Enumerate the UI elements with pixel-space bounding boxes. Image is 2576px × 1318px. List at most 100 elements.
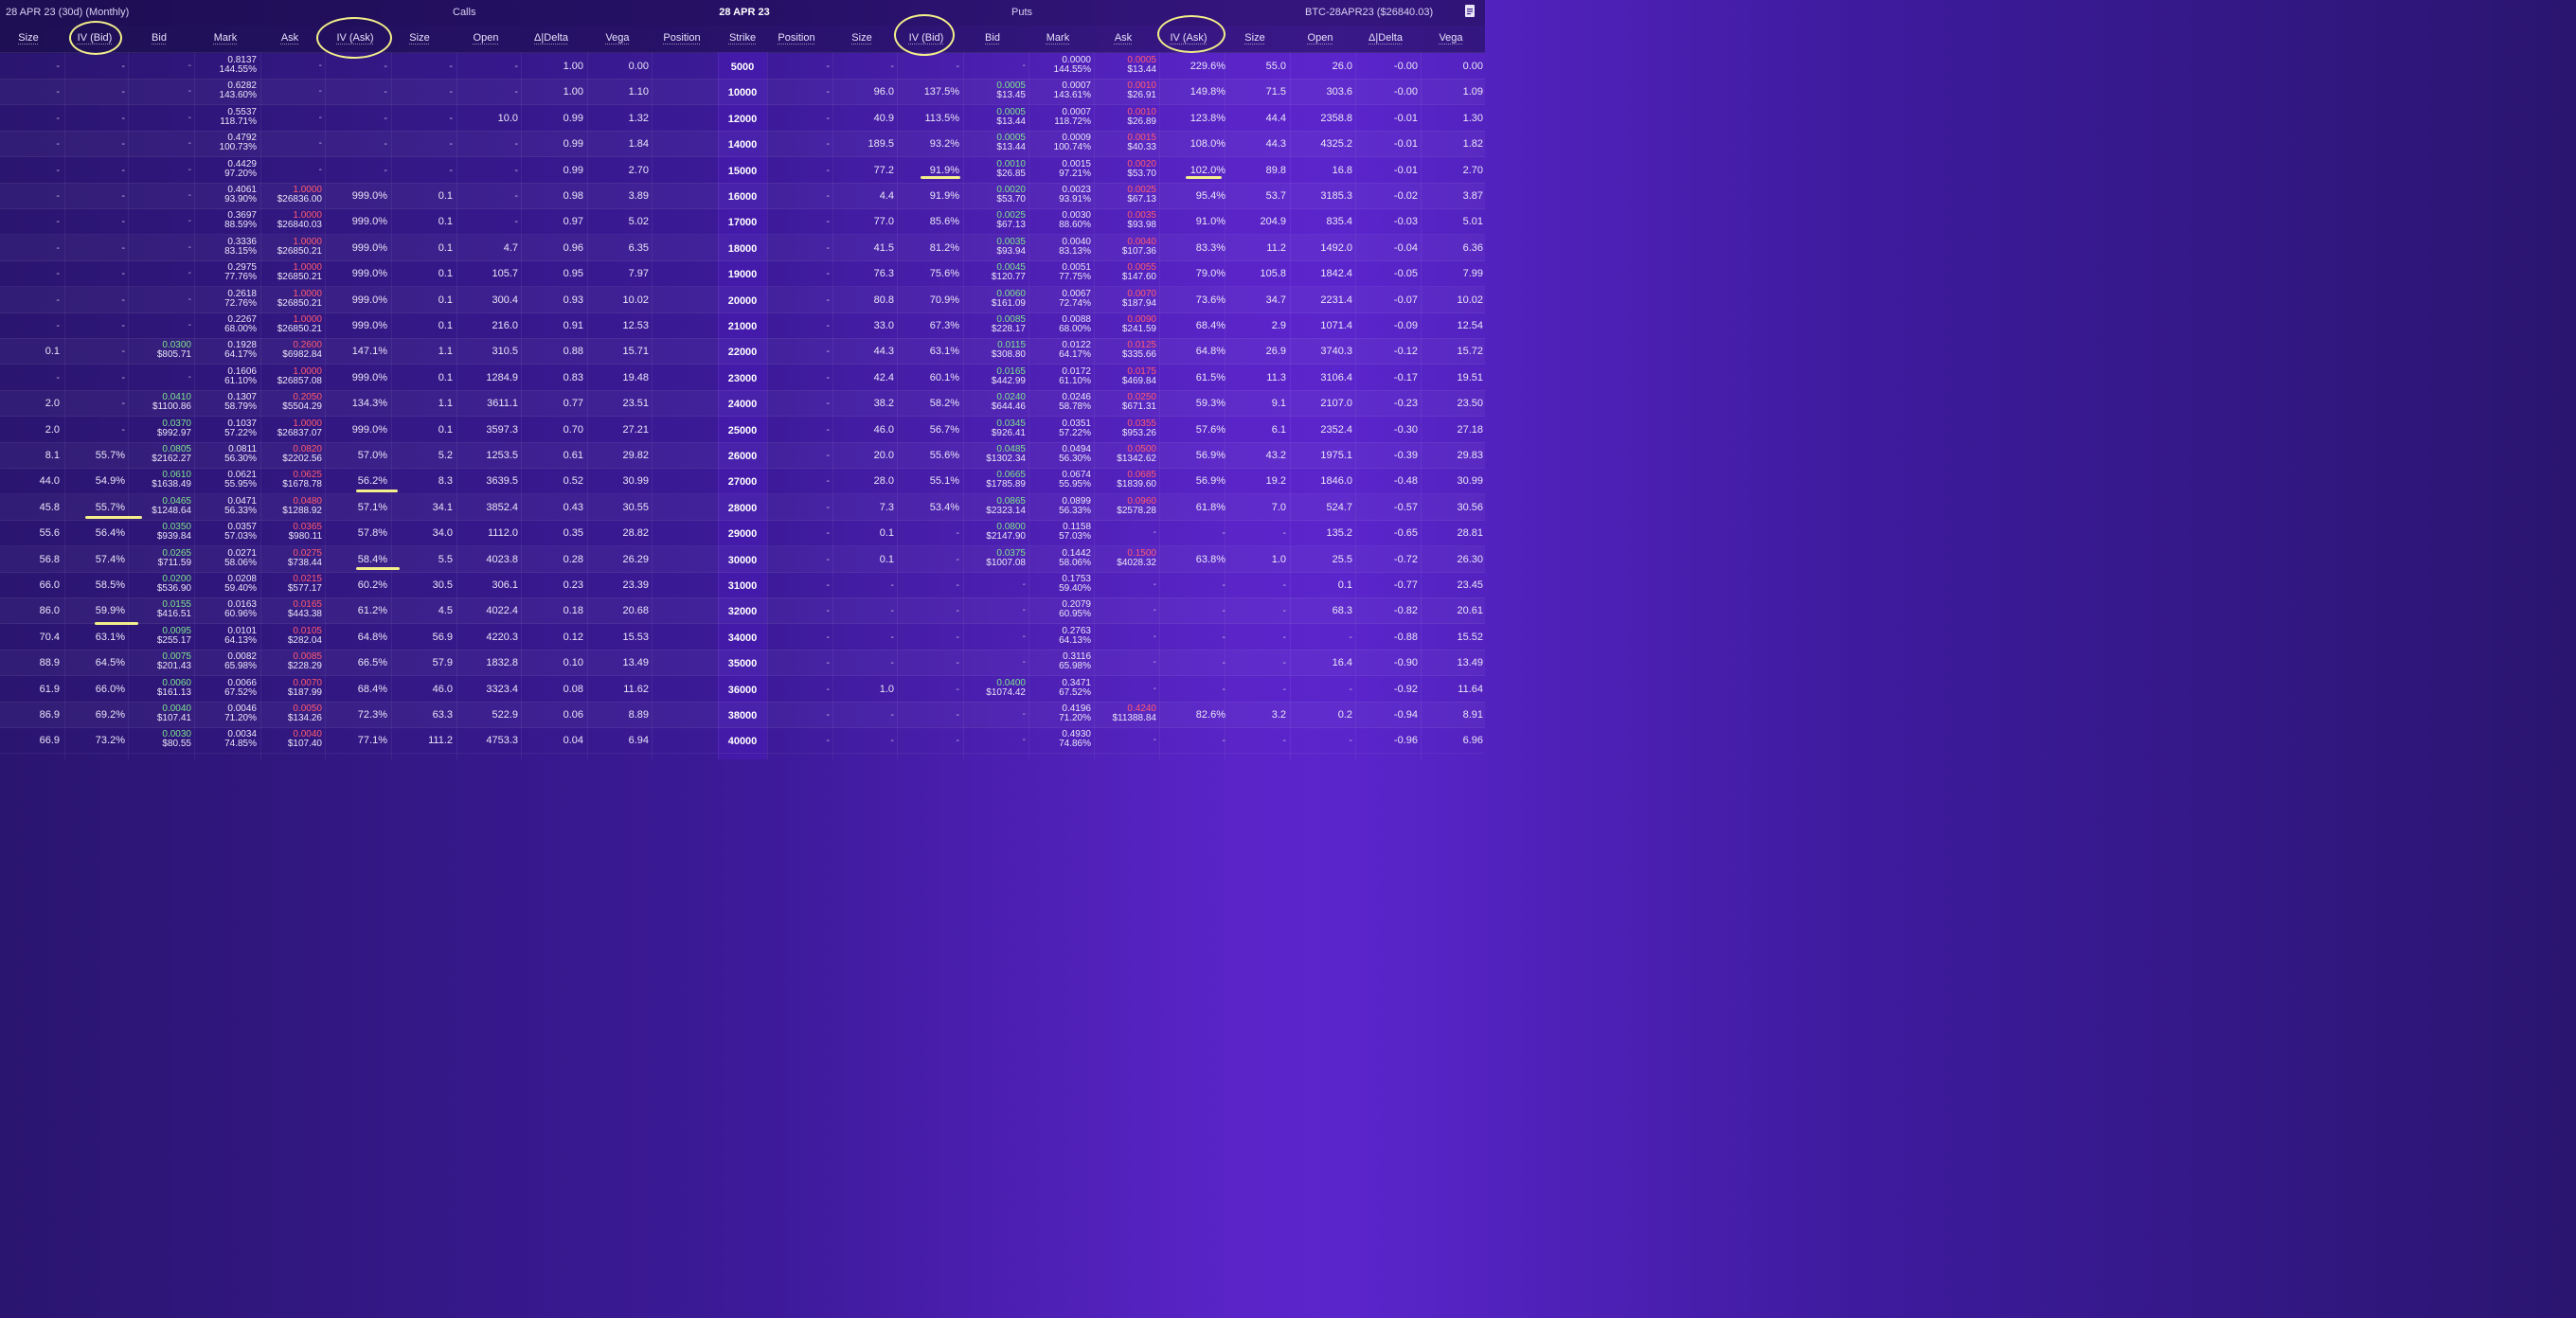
put-delta-cell[interactable]: -0.77 — [1394, 580, 1418, 591]
put-pos-cell[interactable]: - — [826, 321, 830, 331]
call-open-cell[interactable]: 1253.5 — [486, 451, 518, 461]
put-bid-cell[interactable]: 0.0005 $13.45 — [996, 81, 1026, 100]
put-open-cell[interactable]: 1842.4 — [1320, 269, 1352, 279]
put-open-cell[interactable]: 2352.4 — [1320, 424, 1352, 436]
put-iva-cell[interactable]: 73.6% — [1196, 294, 1225, 306]
call-delta-cell[interactable]: 0.91 — [564, 321, 583, 331]
call-asz-cell[interactable]: 0.1 — [438, 217, 453, 227]
call-ivb-cell[interactable]: - — [121, 87, 125, 98]
call-delta-cell[interactable]: 0.10 — [564, 658, 583, 668]
strike-cell[interactable]: 15000 — [718, 166, 767, 177]
call-bid-cell[interactable]: 0.0155 $416.51 — [157, 600, 191, 619]
call-delta-cell[interactable]: 0.70 — [564, 424, 583, 436]
strike-cell[interactable]: 5000 — [718, 62, 767, 73]
put-open-cell[interactable]: 2231.4 — [1320, 294, 1352, 306]
put-iva-cell[interactable]: 63.8% — [1196, 554, 1225, 565]
puts-header-size[interactable]: Size — [832, 32, 892, 44]
put-iva-cell[interactable]: 56.9% — [1196, 476, 1225, 487]
call-iva-cell[interactable]: 999.0% — [352, 191, 387, 202]
call-ask-cell[interactable]: 1.0000 $26857.08 — [277, 366, 322, 386]
puts-header-mark[interactable]: Mark — [1028, 32, 1088, 44]
call-vega-cell[interactable]: 7.97 — [629, 269, 649, 279]
put-size-cell[interactable]: - — [890, 632, 894, 643]
table-row[interactable]: 66.0 58.5% 0.0200 $536.90 0.0208 59.40% 0.0215… — [0, 572, 1485, 598]
put-pos-cell[interactable]: - — [826, 242, 830, 254]
put-ask-cell[interactable]: 0.0500 $1342.62 — [1117, 445, 1156, 464]
call-mark-cell[interactable]: 0.0046 71.20% — [224, 704, 257, 723]
call-mark-cell[interactable]: 0.0271 58.06% — [224, 548, 257, 568]
put-ivb-cell[interactable]: 53.4% — [930, 502, 959, 513]
call-ask-cell[interactable]: - — [319, 165, 322, 175]
call-mark-cell[interactable]: 0.2267 68.00% — [224, 315, 257, 334]
call-delta-cell[interactable]: 0.04 — [564, 736, 583, 746]
call-size-cell[interactable]: 0.1 — [45, 347, 60, 357]
put-ask-cell[interactable]: - — [1154, 658, 1156, 668]
call-ivb-cell[interactable]: 57.4% — [96, 554, 125, 565]
put-ivb-cell[interactable]: - — [956, 62, 959, 72]
put-ask-cell[interactable]: 0.0015 $40.33 — [1127, 134, 1156, 152]
put-mark-cell[interactable]: 0.0051 77.75% — [1059, 263, 1091, 282]
put-vega-cell[interactable]: 28.81 — [1457, 528, 1483, 539]
call-ivb-cell[interactable]: - — [121, 372, 125, 383]
put-vega-cell[interactable]: 15.52 — [1457, 632, 1483, 643]
call-ivb-cell[interactable]: 56.4% — [96, 528, 125, 539]
strike-cell[interactable]: 14000 — [718, 139, 767, 151]
put-delta-cell[interactable]: -0.07 — [1394, 294, 1418, 306]
put-ask-cell[interactable]: 0.0090 $241.59 — [1122, 315, 1156, 334]
put-ask-cell[interactable]: 0.0005 $13.44 — [1127, 56, 1156, 75]
table-row[interactable]: 61.9 66.0% 0.0060 $161.13 0.0066 67.52% 0.0070… — [0, 676, 1485, 703]
call-iva-cell[interactable]: - — [384, 113, 387, 124]
call-open-cell[interactable]: - — [514, 165, 518, 176]
call-vega-cell[interactable]: 15.71 — [622, 347, 649, 357]
put-bid-cell[interactable]: - — [1023, 658, 1026, 668]
call-ask-cell[interactable]: 0.0365 $980.11 — [289, 523, 322, 542]
put-mark-cell[interactable]: 0.0122 64.17% — [1059, 341, 1091, 360]
call-ivb-cell[interactable]: - — [121, 294, 125, 306]
call-size-cell[interactable]: - — [56, 62, 60, 72]
put-ivb-cell[interactable]: - — [956, 658, 959, 668]
call-delta-cell[interactable]: 0.35 — [564, 528, 583, 539]
call-asz-cell[interactable]: 56.9 — [433, 632, 453, 643]
put-bid-cell[interactable]: 0.0060 $161.09 — [992, 289, 1026, 309]
put-iva-cell[interactable]: 95.4% — [1196, 191, 1225, 202]
call-ask-cell[interactable]: 0.0480 $1288.92 — [282, 496, 322, 516]
call-vega-cell[interactable]: 1.32 — [629, 113, 649, 124]
call-delta-cell[interactable]: 0.96 — [564, 242, 583, 254]
call-vega-cell[interactable]: 6.94 — [629, 736, 649, 746]
put-vega-cell[interactable]: 26.30 — [1457, 554, 1483, 565]
call-ivb-cell[interactable]: - — [121, 191, 125, 202]
put-open-cell[interactable]: 3185.3 — [1320, 191, 1352, 202]
strike-cell[interactable]: 34000 — [718, 632, 767, 644]
call-iva-cell[interactable]: - — [384, 139, 387, 150]
table-row[interactable]: - - - 0.2975 77.76% 1.0000 $26850.21 999.0% 0.1 1… — [0, 260, 1485, 288]
put-size-cell[interactable]: 46.0 — [874, 424, 894, 436]
put-ivb-cell[interactable]: 85.6% — [930, 217, 959, 227]
put-asz-cell[interactable]: - — [1282, 684, 1286, 695]
call-open-cell[interactable]: 1832.8 — [486, 658, 518, 668]
table-row[interactable]: 56.8 57.4% 0.0265 $711.59 0.0271 58.06% 0.0275… — [0, 546, 1485, 573]
table-row[interactable]: 88.9 64.5% 0.0075 $201.43 0.0082 65.98% 0.0085… — [0, 650, 1485, 677]
call-bid-cell[interactable]: 0.0075 $201.43 — [157, 652, 191, 671]
strike-cell[interactable]: 17000 — [718, 217, 767, 228]
call-asz-cell[interactable]: 1.1 — [438, 399, 453, 409]
call-iva-cell[interactable]: - — [384, 165, 387, 176]
put-delta-cell[interactable]: -0.00 — [1394, 62, 1418, 72]
call-ivb-cell[interactable]: - — [121, 113, 125, 124]
put-iva-cell[interactable]: 61.8% — [1196, 502, 1225, 513]
put-pos-cell[interactable]: - — [826, 528, 830, 539]
put-asz-cell[interactable]: 34.7 — [1266, 294, 1286, 306]
put-mark-cell[interactable]: 0.2763 64.13% — [1059, 626, 1091, 646]
call-vega-cell[interactable]: 23.51 — [622, 399, 649, 409]
call-iva-cell[interactable]: 61.2% — [358, 606, 387, 616]
put-size-cell[interactable]: 33.0 — [874, 321, 894, 331]
table-row[interactable]: 55.6 56.4% 0.0350 $939.84 0.0357 57.03% 0.0365… — [0, 520, 1485, 547]
call-open-cell[interactable]: - — [514, 217, 518, 227]
call-open-cell[interactable]: 4022.4 — [486, 606, 518, 616]
call-vega-cell[interactable]: 5.02 — [629, 217, 649, 227]
table-row[interactable]: - - - 0.4429 97.20% - - - - 0.99 2.70 15000 - 77.2 91.… — [0, 157, 1485, 184]
call-ask-cell[interactable]: 1.0000 $26837.07 — [277, 419, 322, 438]
put-pos-cell[interactable]: - — [826, 294, 830, 306]
call-iva-cell[interactable]: - — [384, 62, 387, 72]
call-size-cell[interactable]: - — [56, 321, 60, 331]
call-iva-cell[interactable]: - — [384, 87, 387, 98]
